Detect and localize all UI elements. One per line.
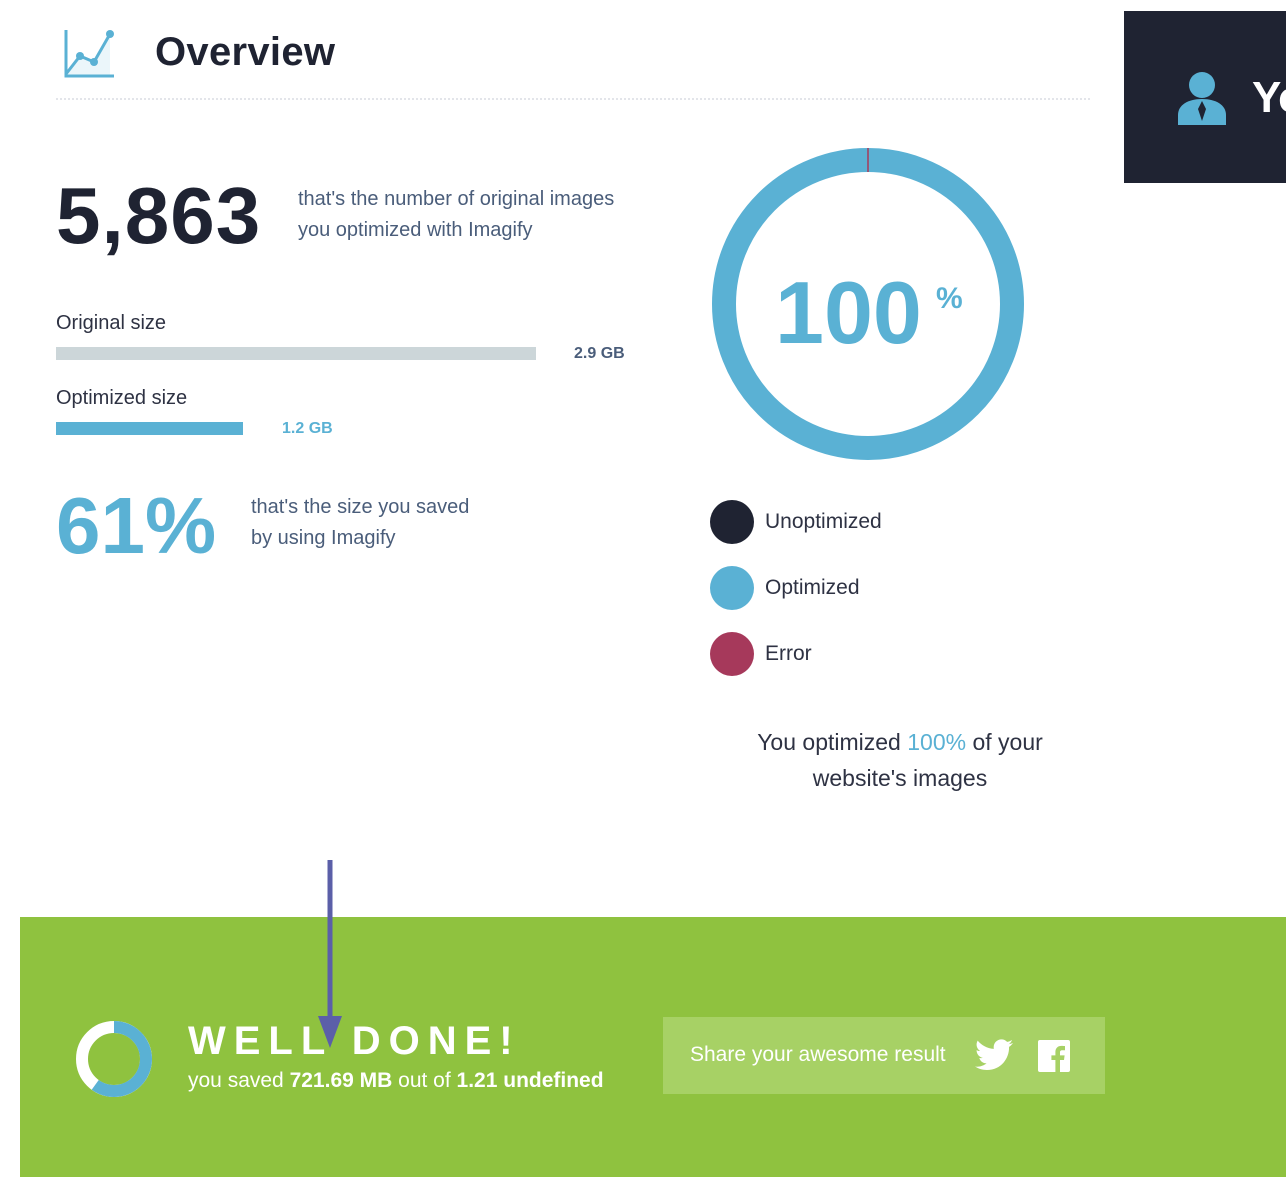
share-result-button[interactable]: Share your awesome result bbox=[663, 1017, 1105, 1094]
legend-label-optimized: Optimized bbox=[765, 576, 860, 599]
twitter-icon[interactable] bbox=[975, 1039, 1013, 1071]
original-size-value: 2.9 GB bbox=[574, 345, 625, 362]
chart-line-icon bbox=[64, 30, 114, 78]
summary-highlight: 100% bbox=[907, 729, 967, 755]
optimization-summary: You optimized 100% of your website's ima… bbox=[700, 724, 1100, 796]
banner-total-amount: 1.21 undefined bbox=[456, 1069, 604, 1092]
account-label: Yo bbox=[1252, 73, 1286, 122]
page-title: Overview bbox=[155, 30, 336, 74]
banner-title: WELL DONE! bbox=[188, 1019, 521, 1063]
banner-subtitle: you saved 721.69 MB out of 1.21 undefine… bbox=[188, 1069, 604, 1093]
user-icon bbox=[1178, 72, 1226, 125]
legend-label-unoptimized: Unoptimized bbox=[765, 510, 882, 533]
header-divider bbox=[56, 98, 1090, 100]
images-caption-line1: that's the number of original images bbox=[298, 188, 615, 210]
donut-center-unit: % bbox=[936, 282, 963, 315]
progress-ring-fill bbox=[91, 1021, 152, 1097]
summary-suffix: of your bbox=[966, 729, 1043, 755]
share-label: Share your awesome result bbox=[690, 1043, 946, 1066]
facebook-icon[interactable] bbox=[1038, 1040, 1070, 1072]
legend-dot-error bbox=[710, 632, 754, 676]
donut-center-value: 100 bbox=[775, 263, 922, 362]
images-count-caption: that's the number of original images you… bbox=[298, 184, 658, 246]
annotation-arrow-icon bbox=[318, 860, 342, 1048]
saved-caption-line1: that's the size you saved bbox=[251, 496, 470, 518]
banner-saved-amount: 721.69 MB bbox=[289, 1069, 393, 1092]
banner-sub-prefix: you saved bbox=[188, 1069, 290, 1092]
images-caption-line2: you optimized with Imagify bbox=[298, 219, 533, 241]
summary-line2: website's images bbox=[812, 765, 988, 791]
optimized-size-label: Optimized size bbox=[56, 387, 188, 409]
optimized-size-bar-fill bbox=[56, 422, 244, 435]
summary-prefix: You optimized bbox=[757, 729, 908, 755]
optimized-images-count: 5,863 bbox=[56, 171, 262, 260]
original-size-bar bbox=[56, 347, 536, 360]
saved-caption: that's the size you saved by using Imagi… bbox=[251, 492, 571, 554]
legend-dot-unoptimized bbox=[710, 500, 754, 544]
original-size-bar-fill bbox=[56, 347, 536, 360]
account-panel[interactable]: Yo bbox=[1124, 11, 1286, 183]
optimized-size-value: 1.2 GB bbox=[282, 420, 333, 437]
progress-ring-icon bbox=[76, 1021, 152, 1097]
banner-sub-middle: out of bbox=[392, 1069, 457, 1092]
legend-dot-optimized bbox=[710, 566, 754, 610]
saved-percent: 61% bbox=[56, 481, 217, 570]
well-done-banner: WELL DONE! you saved 721.69 MB out of 1.… bbox=[20, 917, 1286, 1177]
original-size-label: Original size bbox=[56, 312, 167, 334]
legend-label-error: Error bbox=[765, 642, 812, 665]
saved-caption-line2: by using Imagify bbox=[251, 527, 396, 549]
